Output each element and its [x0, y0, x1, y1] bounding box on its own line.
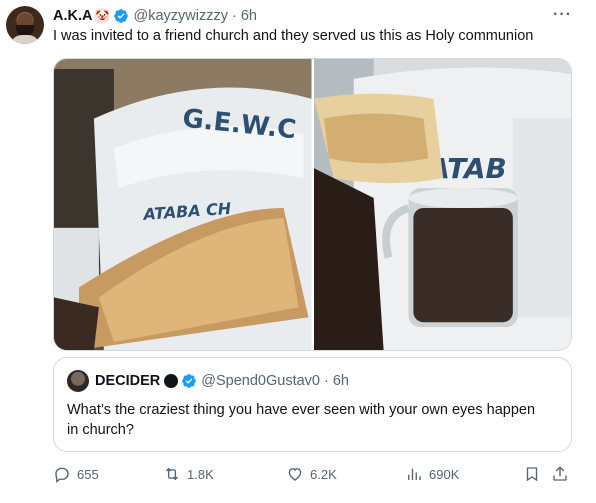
avatar[interactable] — [6, 6, 44, 44]
views-button[interactable]: 690K — [405, 462, 459, 486]
media-grid: G.E.W.C ATABA CH ATAB — [53, 58, 572, 351]
avatar-body — [10, 35, 40, 44]
like-button[interactable]: 6.2K — [286, 462, 337, 486]
quote-handle: @Spend0Gustav0 — [201, 373, 320, 389]
quote-verified-icon — [182, 374, 197, 388]
like-icon — [288, 468, 302, 481]
share-icon — [553, 466, 567, 481]
tweet-text: I was invited to a friend church and the… — [53, 28, 534, 44]
handle[interactable]: @kayzywizzzy — [133, 8, 227, 24]
quote-display-name: DECIDER — [95, 373, 161, 389]
photo-bread-cup-illustration: ATAB — [313, 59, 571, 350]
bookmark-button[interactable] — [523, 462, 547, 486]
like-count: 6.2K — [310, 466, 337, 482]
photo-bread-cup[interactable]: ATAB — [313, 59, 571, 350]
quoted-tweet[interactable]: DECIDER @Spend0Gustav0 · 6h What’s the c… — [53, 357, 572, 452]
tweet[interactable]: A.K.A 🤡 @kayzywizzzy · 6h ··· I was invi… — [0, 0, 596, 503]
reply-button[interactable]: 655 — [53, 462, 99, 486]
tweet-header: A.K.A 🤡 @kayzywizzzy · 6h ··· — [53, 6, 576, 26]
repost-icon — [165, 467, 179, 481]
bookmark-icon — [526, 467, 538, 482]
more-icon[interactable]: ··· — [553, 6, 572, 24]
action-bar: 655 1.8K 6.2K 690K — [53, 462, 572, 486]
reply-icon — [55, 467, 69, 483]
repost-count: 1.8K — [187, 466, 214, 482]
separator: · — [231, 8, 237, 24]
timestamp[interactable]: 6h — [241, 8, 257, 24]
photo-bread-chair[interactable]: G.E.W.C ATABA CH — [54, 59, 312, 350]
repost-button[interactable]: 1.8K — [163, 462, 214, 486]
quote-header: DECIDER @Spend0Gustav0 · 6h — [67, 370, 349, 392]
verified-icon — [114, 9, 129, 23]
quote-text: What’s the craziest thing you have ever … — [67, 402, 536, 438]
clown-emoji-icon: 🤡 — [94, 8, 111, 24]
views-icon — [408, 468, 421, 480]
photo-bread-chair-illustration: G.E.W.C ATABA CH — [54, 59, 312, 350]
quote-separator: · — [323, 373, 329, 389]
reply-count: 655 — [77, 466, 99, 482]
share-button[interactable] — [551, 462, 575, 486]
views-count: 690K — [429, 466, 460, 482]
quote-badge-icon — [164, 374, 179, 388]
display-name[interactable]: A.K.A — [53, 8, 92, 24]
quote-avatar — [67, 370, 89, 392]
quote-timestamp: 6h — [332, 373, 349, 389]
